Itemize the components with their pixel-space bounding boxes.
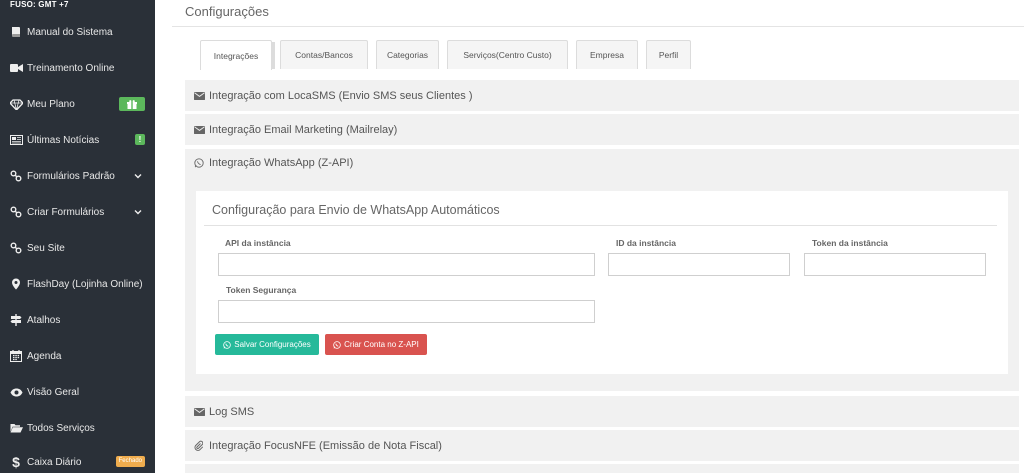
link-icon xyxy=(5,206,27,218)
sidebar-item-criar-formularios[interactable]: Criar Formulários xyxy=(0,194,155,230)
section-mailrelay[interactable]: Integração Email Marketing (Mailrelay) xyxy=(185,114,1019,145)
instance-token-input[interactable] xyxy=(804,253,986,276)
timezone-label: FUSO: GMT +7 xyxy=(10,0,69,9)
folder-open-icon xyxy=(5,423,27,433)
whatsapp-icon xyxy=(223,340,232,349)
chevron-down-icon xyxy=(134,210,142,215)
button-label: Salvar Configurações xyxy=(234,340,311,349)
sidebar-item-seu-site[interactable]: Seu Site xyxy=(0,230,155,266)
sidebar-item-label: Visão Geral xyxy=(27,386,80,398)
sidebar-item-agenda[interactable]: Agenda xyxy=(0,338,155,374)
tab-perfil[interactable]: Perfil xyxy=(646,40,691,69)
eye-icon xyxy=(5,388,27,397)
sidebar-item-label: Todos Serviços xyxy=(27,422,95,434)
tab-servicos[interactable]: Serviços(Centro Custo) xyxy=(447,40,568,69)
whatsapp-icon xyxy=(333,340,341,349)
sidebar-item-label: Caixa Diário xyxy=(27,456,82,468)
sidebar-item-atalhos[interactable]: Atalhos xyxy=(0,302,155,338)
sidebar-item-label: Formulários Padrão xyxy=(27,170,115,182)
newspaper-icon xyxy=(5,135,27,145)
instance-id-label: ID da instância xyxy=(616,238,676,248)
sidebar-item-visao-geral[interactable]: Visão Geral xyxy=(0,374,155,410)
paperclip-icon xyxy=(194,440,206,451)
sidebar-item-label: FlashDay (Lojinha Online) xyxy=(27,278,143,290)
card-title: Configuração para Envio de WhatsApp Auto… xyxy=(212,203,500,217)
section-whatsapp: Integração WhatsApp (Z-API) Configuração… xyxy=(185,149,1019,391)
sidebar-item-label: Atalhos xyxy=(27,314,61,326)
section-log-sms[interactable]: Log SMS xyxy=(185,396,1019,427)
sidebar-item-treinamento[interactable]: Treinamento Online xyxy=(0,50,155,86)
create-zapi-account-button[interactable]: Criar Conta no Z-API xyxy=(325,334,427,355)
section-focusnfe[interactable]: Integração FocusNFE (Emissão de Nota Fis… xyxy=(185,430,1019,461)
sidebar-item-flashday[interactable]: FlashDay (Lojinha Online) xyxy=(0,266,155,302)
envelope-icon xyxy=(194,91,206,101)
button-label: Criar Conta no Z-API xyxy=(344,340,419,349)
book-icon xyxy=(5,26,27,38)
status-badge: Fechado xyxy=(115,456,145,467)
section-locasms[interactable]: Integração com LocaSMS (Envio SMS seus C… xyxy=(185,80,1019,111)
video-camera-icon xyxy=(5,63,27,73)
sidebar-item-label: Seu Site xyxy=(27,242,65,254)
dollar-icon: $ xyxy=(12,454,20,470)
tab-contas-bancos[interactable]: Contas/Bancos xyxy=(280,40,368,69)
sidebar-item-manual[interactable]: Manual do Sistema xyxy=(0,14,155,50)
main-content: Configurações Integrações Contas/Bancos … xyxy=(155,0,1024,473)
active-tab-indicator xyxy=(272,42,275,69)
section-title: Integração WhatsApp (Z-API) xyxy=(209,157,354,169)
sidebar-item-label: Criar Formulários xyxy=(27,206,105,218)
section-title: Log SMS xyxy=(209,405,255,418)
diamond-icon xyxy=(5,98,27,110)
sidebar-item-label: Manual do Sistema xyxy=(27,26,113,38)
news-badge: ! xyxy=(135,134,145,145)
tab-categorias[interactable]: Categorias xyxy=(376,40,439,69)
divider xyxy=(172,26,1024,27)
whatsapp-config-card: Configuração para Envio de WhatsApp Auto… xyxy=(196,191,1008,374)
security-token-input[interactable] xyxy=(218,300,595,323)
tab-integracoes[interactable]: Integrações xyxy=(200,40,272,70)
sidebar-item-formularios-padrao[interactable]: Formulários Padrão xyxy=(0,158,155,194)
sidebar-item-todos-servicos[interactable]: Todos Serviços xyxy=(0,410,155,446)
sidebar-item-caixa-diario[interactable]: $ Caixa Diário Fechado xyxy=(0,444,155,473)
envelope-icon xyxy=(194,125,206,135)
gift-icon xyxy=(119,97,145,111)
instance-id-input[interactable] xyxy=(608,253,790,276)
sidebar-item-label: Últimas Notícias xyxy=(27,134,100,146)
sidebar-item-label: Treinamento Online xyxy=(27,62,115,74)
section-whatsapp-header[interactable]: Integração WhatsApp (Z-API) xyxy=(194,157,353,169)
envelope-icon xyxy=(194,407,206,417)
section-title: Integração Email Marketing (Mailrelay) xyxy=(209,123,398,136)
link-icon xyxy=(5,170,27,182)
sidebar-item-label: Agenda xyxy=(27,350,62,362)
sidebar-item-label: Meu Plano xyxy=(27,98,75,110)
link-icon xyxy=(5,242,27,254)
section-title: Integração FocusNFE (Emissão de Nota Fis… xyxy=(209,439,442,452)
whatsapp-icon xyxy=(194,158,206,168)
calendar-icon xyxy=(5,350,27,362)
map-marker-icon xyxy=(5,278,27,290)
save-settings-button[interactable]: Salvar Configurações xyxy=(215,334,319,355)
chevron-down-icon xyxy=(134,174,142,179)
api-instance-input[interactable] xyxy=(218,253,595,276)
instance-token-label: Token da instância xyxy=(812,238,888,248)
sidebar-item-meu-plano[interactable]: Meu Plano xyxy=(0,86,155,122)
page-title: Configurações xyxy=(185,4,269,19)
security-token-label: Token Segurança xyxy=(226,285,297,295)
section-next xyxy=(185,464,1019,473)
sidebar: FUSO: GMT +7 Manual do Sistema Treinamen… xyxy=(0,0,155,473)
divider xyxy=(204,225,997,226)
signpost-icon xyxy=(5,314,27,326)
sidebar-item-noticias[interactable]: Últimas Notícias ! xyxy=(0,122,155,158)
api-instance-label: API da instância xyxy=(225,238,291,248)
tab-empresa[interactable]: Empresa xyxy=(576,40,638,69)
section-title: Integração com LocaSMS (Envio SMS seus C… xyxy=(209,89,473,102)
